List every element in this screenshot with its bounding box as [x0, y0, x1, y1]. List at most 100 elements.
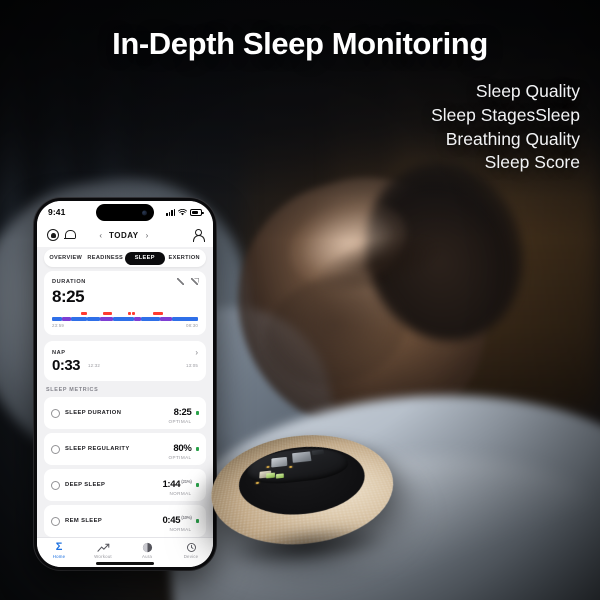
duration-card-header: DURATION [52, 278, 198, 285]
feature-item: Sleep Quality [431, 80, 580, 104]
status-bar-time: 9:41 [48, 207, 65, 217]
metric-value: 8:25 [174, 407, 192, 418]
next-day-button[interactable]: › [146, 231, 149, 240]
section-tabs: OVERVIEW READINESS SLEEP EXERTION [37, 247, 213, 271]
nap-value: 0:33 [52, 357, 80, 374]
aura-icon [125, 542, 169, 553]
hypnogram-stage-segment [160, 317, 172, 321]
tab-home[interactable]: Σ Home [37, 542, 81, 559]
nap-card-actions: › [195, 348, 198, 357]
person-icon[interactable] [192, 229, 203, 241]
device-icon [169, 542, 213, 553]
metric-row[interactable]: DEEP SLEEP 1:44(21%) NORMAL [44, 469, 206, 501]
metric-name: DEEP SLEEP [65, 482, 105, 488]
bell-icon[interactable] [64, 229, 75, 241]
nap-start-time: 12:32 [88, 363, 100, 368]
status-badge [196, 447, 200, 451]
tab-device[interactable]: Device [169, 542, 213, 559]
wifi-icon [178, 209, 187, 216]
hypnogram-stage-segment [71, 317, 87, 321]
metric-value-wrap: 1:44(21%) NORMAL [162, 474, 191, 496]
tab-workout[interactable]: Workout [81, 542, 125, 559]
deep-sleep-icon [51, 481, 60, 490]
metric-name: SLEEP REGULARITY [65, 446, 130, 452]
hypnogram-stage-segment [141, 317, 160, 321]
tab-overview[interactable]: OVERVIEW [46, 252, 86, 265]
hypnogram-awake-segment [153, 312, 163, 315]
front-camera-icon [142, 210, 147, 215]
metric-value: 80% [173, 443, 191, 454]
metrics-list: SLEEP DURATION 8:25 OPTIMAL SLEEP REGULARIT… [44, 397, 206, 537]
metrics-section-label: SLEEP METRICS [46, 387, 204, 393]
hypnogram-stage-segment [87, 317, 100, 321]
workout-icon [81, 542, 125, 553]
status-badge [196, 519, 200, 523]
nap-chart: 12:32 13:05 [88, 363, 198, 368]
tab-exertion[interactable]: EXERTION [165, 252, 205, 265]
hypnogram-stage-segment [62, 317, 71, 321]
moon-icon[interactable] [47, 229, 59, 241]
pencil-icon[interactable] [177, 278, 184, 285]
feature-item: Sleep Score [431, 151, 580, 175]
hypnogram-start-time: 23:59 [52, 323, 64, 328]
phone-mockup: 9:41 ‹ TODAY › OVERVIEW READINESS SLEEP … [34, 198, 216, 570]
metric-value: 0:45(10%) [162, 515, 191, 526]
status-badge [196, 411, 200, 415]
metric-values: 0:45(10%) NORMAL [162, 510, 199, 532]
hypnogram-end-time: 08:30 [186, 323, 198, 328]
app-header: ‹ TODAY › [37, 223, 213, 247]
hypnogram-stage-segment [113, 317, 133, 321]
metric-status: NORMAL [162, 527, 191, 532]
metric-row[interactable]: SLEEP DURATION 8:25 OPTIMAL [44, 397, 206, 429]
duration-card[interactable]: DURATION 8:25 23:59 08:30 [44, 271, 206, 335]
duration-card-actions [177, 278, 198, 285]
sigma-icon: Σ [37, 542, 81, 553]
tab-aura[interactable]: Aura [125, 542, 169, 559]
header-left-icons [47, 229, 75, 241]
hypnogram-stage-segment [100, 317, 113, 321]
chevron-right-icon[interactable]: › [195, 348, 198, 357]
metric-row[interactable]: REM SLEEP 0:45(10%) NORMAL [44, 505, 206, 537]
current-date-label: TODAY [109, 231, 139, 240]
hypnogram-stage-segment [172, 317, 198, 321]
sleep-regularity-icon [51, 445, 60, 454]
hypnogram-chart [52, 312, 198, 321]
tab-aura-label: Aura [125, 554, 169, 559]
hypnogram-awake-segment [81, 312, 87, 315]
status-bar-indicators [166, 209, 202, 216]
status-badge [196, 483, 200, 487]
status-bar: 9:41 [37, 201, 213, 223]
metric-value: 1:44(21%) [162, 479, 191, 490]
nap-card[interactable]: NAP › 0:33 12:32 13:05 [44, 341, 206, 381]
date-navigator: ‹ TODAY › [99, 231, 148, 240]
metric-status: OPTIMAL [169, 455, 192, 460]
metric-status: NORMAL [162, 491, 191, 496]
duration-card-title: DURATION [52, 279, 86, 285]
tab-sleep[interactable]: SLEEP [125, 252, 165, 265]
metric-value-wrap: 8:25 OPTIMAL [169, 402, 192, 424]
nap-end-time: 13:05 [186, 363, 198, 368]
metric-status: OPTIMAL [169, 419, 192, 424]
metric-row[interactable]: SLEEP REGULARITY 80% OPTIMAL [44, 433, 206, 465]
nap-axis: 12:32 13:05 [88, 363, 198, 368]
hypnogram-awake-segment [103, 312, 112, 315]
tab-home-label: Home [37, 554, 81, 559]
hypnogram-stage-segment [134, 317, 141, 321]
tab-readiness[interactable]: READINESS [86, 252, 126, 265]
metric-name: SLEEP DURATION [65, 410, 121, 416]
prev-day-button[interactable]: ‹ [99, 231, 102, 240]
tab-workout-label: Workout [81, 554, 125, 559]
duration-value: 8:25 [52, 287, 198, 307]
sleep-duration-icon [51, 409, 60, 418]
rem-sleep-icon [51, 517, 60, 526]
ring-gold-contact [256, 482, 259, 484]
scroll-content[interactable]: DURATION 8:25 23:59 08:30 NAP › 0:33 12:… [37, 271, 213, 537]
cellular-bars-icon [166, 209, 175, 216]
metric-values: 1:44(21%) NORMAL [162, 474, 199, 496]
metric-value-wrap: 80% OPTIMAL [169, 438, 192, 460]
battery-icon [190, 209, 202, 216]
expand-icon[interactable] [191, 278, 198, 285]
tab-device-label: Device [169, 554, 213, 559]
metric-values: 80% OPTIMAL [169, 438, 199, 460]
nap-row: 0:33 12:32 13:05 [52, 357, 198, 374]
